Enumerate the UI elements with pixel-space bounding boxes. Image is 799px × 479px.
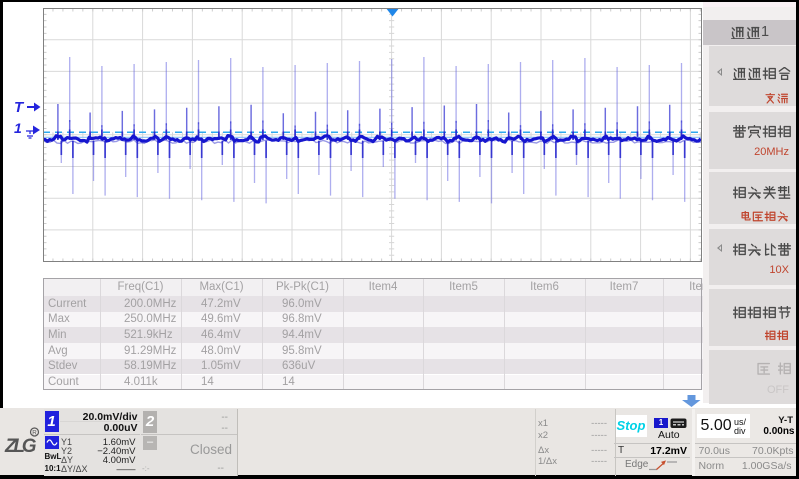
svg-text:R: R	[32, 430, 37, 437]
svg-text:ZLG: ZLG	[4, 436, 37, 457]
